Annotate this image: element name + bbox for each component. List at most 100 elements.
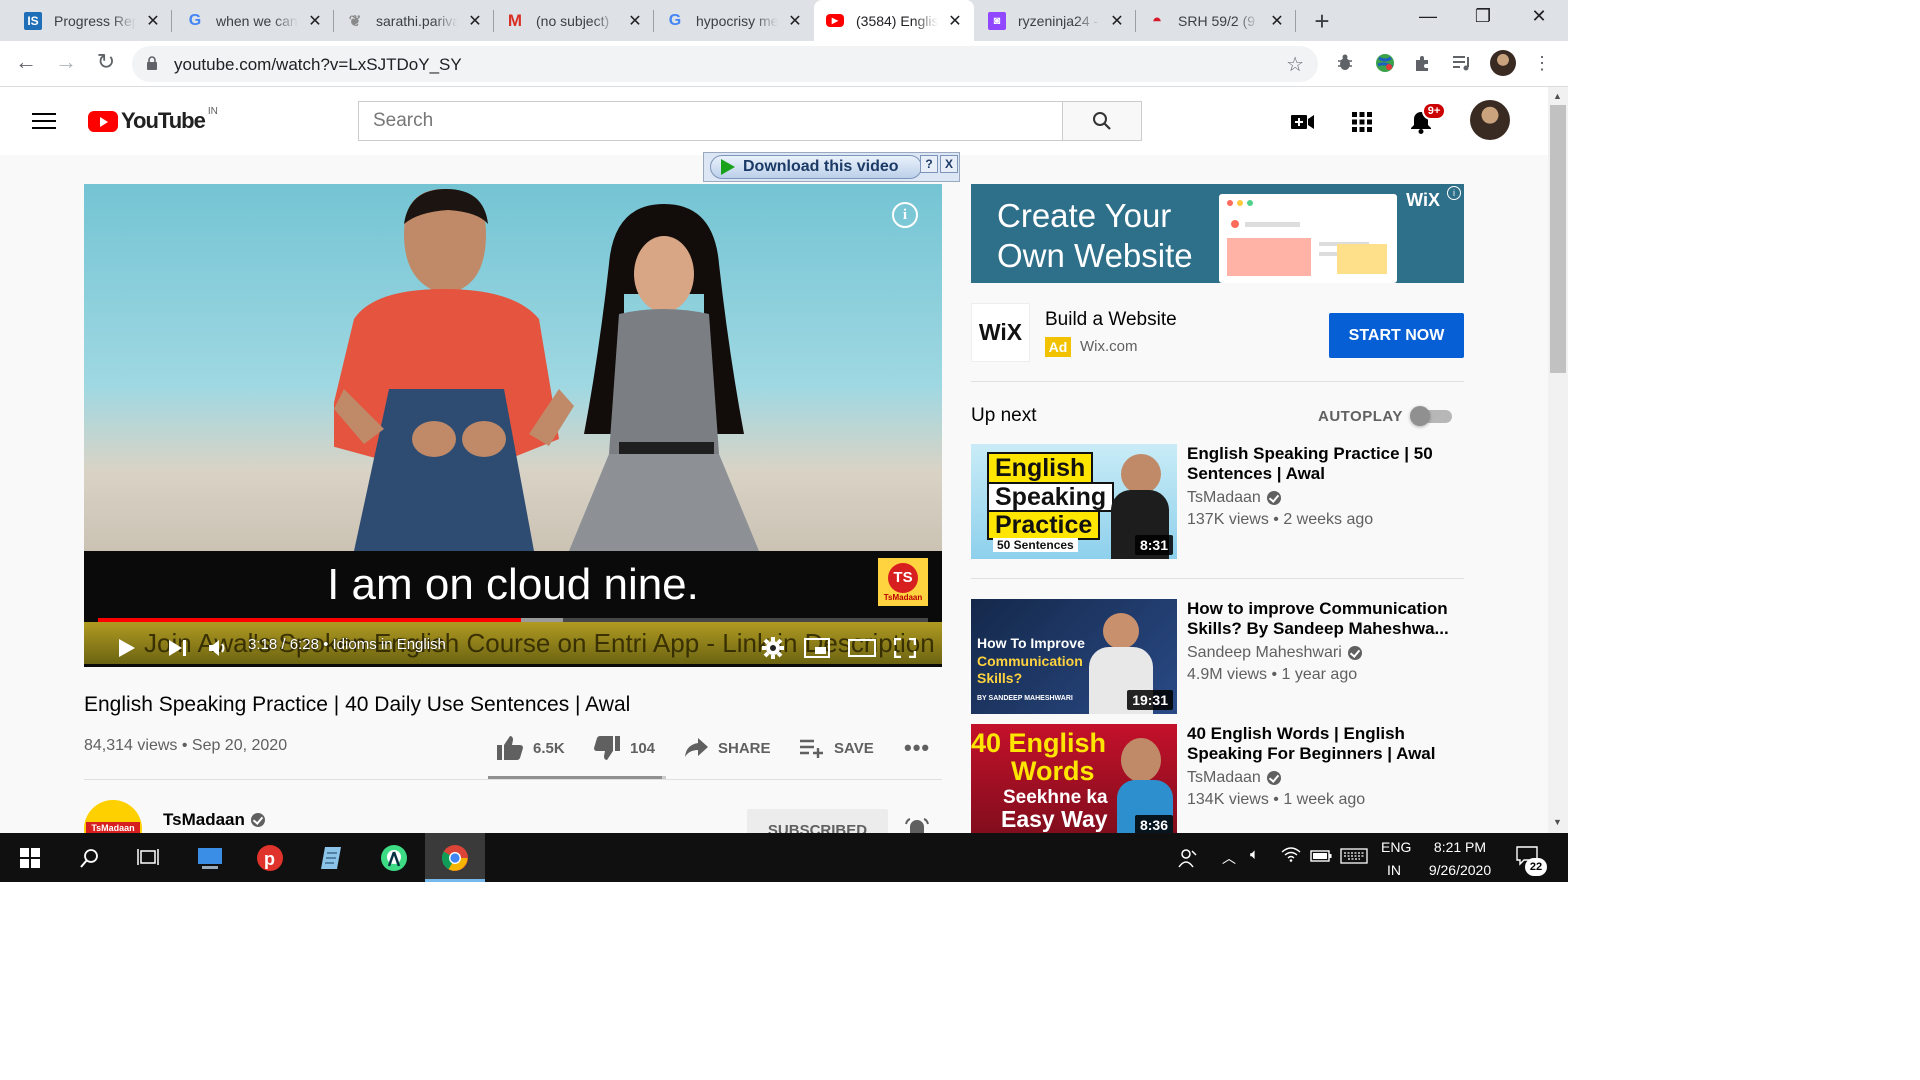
- this-pc-icon[interactable]: [194, 842, 226, 874]
- input-language-indicator[interactable]: ENG IN: [1381, 839, 1411, 878]
- close-window-icon[interactable]: ✕: [1516, 6, 1562, 27]
- restore-icon[interactable]: ❐: [1460, 6, 1506, 27]
- youtube-logo[interactable]: YouTube IN: [88, 106, 218, 134]
- recommended-title[interactable]: English Speaking Practice | 50 Sentences…: [1187, 444, 1457, 484]
- recommended-title[interactable]: How to improve Communication Skills? By …: [1187, 599, 1457, 639]
- google-icon: G: [668, 11, 682, 29]
- recommended-channel[interactable]: TsMadaan: [1187, 769, 1281, 787]
- guide-menu-icon[interactable]: [32, 113, 56, 131]
- next-button[interactable]: [168, 636, 188, 660]
- scroll-up-arrow-icon[interactable]: ▲: [1553, 91, 1562, 101]
- clock[interactable]: 8:21 PM 9/26/2020: [1422, 839, 1498, 878]
- address-bar[interactable]: youtube.com/watch?v=LxSJTDoY_SY ☆: [132, 46, 1318, 82]
- ad-banner[interactable]: Create Your Own Website WiX: [971, 184, 1464, 283]
- settings-button[interactable]: [762, 636, 784, 660]
- browser-tab[interactable]: ◙ ryzeninja24 - ✕: [976, 0, 1136, 41]
- search-icon[interactable]: [74, 842, 106, 874]
- bookmark-star-icon[interactable]: ☆: [1286, 52, 1304, 77]
- download-help-button[interactable]: ?: [920, 155, 938, 173]
- windows-start-icon[interactable]: [14, 842, 46, 874]
- recommended-video[interactable]: English Speaking Practice 50 Sentences 8…: [971, 444, 1464, 560]
- close-tab-icon[interactable]: ✕: [626, 11, 644, 31]
- more-menu-icon[interactable]: ⋮: [1530, 51, 1554, 75]
- download-video-button[interactable]: Download this video: [710, 155, 922, 179]
- new-tab-button[interactable]: +: [1308, 6, 1336, 37]
- profile-avatar-icon[interactable]: [1490, 50, 1516, 76]
- browser-tab[interactable]: ◓ SRH 59/2 (9 ✕: [1136, 0, 1296, 41]
- search-input[interactable]: [359, 102, 1062, 140]
- ad-title[interactable]: Build a Website: [1045, 309, 1177, 331]
- volume-tray-icon[interactable]: 🔈︎: [1250, 846, 1259, 863]
- wifi-icon[interactable]: [1281, 846, 1301, 865]
- play-button[interactable]: [118, 636, 136, 660]
- recommended-channel[interactable]: Sandeep Maheshwari: [1187, 644, 1362, 662]
- miniplayer-button[interactable]: [804, 636, 830, 660]
- advertiser-logo[interactable]: WiX: [971, 303, 1030, 362]
- recommended-video[interactable]: 40 English Words Seekhne ka Easy Way 8:3…: [971, 724, 1464, 833]
- forward-icon[interactable]: →: [52, 49, 80, 75]
- browser-tab[interactable]: ❦ sarathi.parivahan ✕: [334, 0, 494, 41]
- browser-tab-active[interactable]: ▶ (3584) English ✕: [814, 0, 974, 41]
- save-button[interactable]: SAVE: [800, 736, 874, 760]
- video-thumbnail[interactable]: English Speaking Practice 50 Sentences 8…: [971, 444, 1177, 559]
- more-actions-icon[interactable]: •••: [904, 735, 930, 760]
- recommended-video[interactable]: How To Improve Communication Skills? BY …: [971, 599, 1464, 715]
- create-video-icon[interactable]: [1290, 109, 1316, 135]
- back-icon[interactable]: ←: [12, 49, 40, 75]
- download-close-button[interactable]: X: [940, 155, 958, 173]
- search-button[interactable]: [1062, 101, 1142, 141]
- close-tab-icon[interactable]: ✕: [466, 11, 484, 31]
- scrollbar-thumb[interactable]: [1550, 105, 1566, 373]
- close-tab-icon[interactable]: ✕: [144, 11, 162, 31]
- seek-bar[interactable]: [98, 618, 928, 622]
- reload-icon[interactable]: ↻: [92, 49, 120, 75]
- scroll-down-arrow-icon[interactable]: ▼: [1553, 817, 1562, 827]
- recommended-channel[interactable]: TsMadaan: [1187, 489, 1281, 507]
- info-icon[interactable]: i: [892, 202, 918, 228]
- extension-globe-icon[interactable]: [1373, 51, 1397, 75]
- video-thumbnail[interactable]: 40 English Words Seekhne ka Easy Way 8:3…: [971, 724, 1177, 833]
- browser-tab[interactable]: M (no subject) ✕: [494, 0, 654, 41]
- account-avatar[interactable]: [1470, 100, 1510, 140]
- recommended-title[interactable]: 40 English Words | English Speaking For …: [1187, 724, 1457, 764]
- close-tab-icon[interactable]: ✕: [946, 11, 964, 31]
- task-view-icon[interactable]: [132, 842, 164, 874]
- channel-watermark[interactable]: TS TsMadaan: [878, 558, 928, 606]
- browser-tab[interactable]: G hypocrisy meaning ✕: [654, 0, 814, 41]
- ad-cta-button[interactable]: START NOW: [1329, 313, 1464, 358]
- volume-button[interactable]: [208, 636, 230, 660]
- battery-icon[interactable]: [1310, 849, 1332, 865]
- like-button[interactable]: 6.5K: [497, 736, 565, 760]
- browser-tab[interactable]: G when we can ✕: [174, 0, 334, 41]
- notepad-icon[interactable]: [316, 842, 348, 874]
- keyboard-icon[interactable]: [1340, 848, 1368, 867]
- show-hidden-icons-chevron-icon[interactable]: ︿: [1222, 848, 1236, 868]
- theater-mode-button[interactable]: [848, 636, 876, 660]
- video-player[interactable]: I am on cloud nine. TS TsMadaan Join Awa…: [84, 184, 942, 667]
- close-tab-icon[interactable]: ✕: [1108, 11, 1126, 31]
- psiphon-icon[interactable]: p: [254, 842, 286, 874]
- android-studio-icon[interactable]: [378, 842, 410, 874]
- share-button[interactable]: SHARE: [684, 736, 771, 760]
- extension-bug-icon[interactable]: [1333, 51, 1357, 75]
- channel-name[interactable]: TsMadaan: [163, 810, 265, 830]
- close-tab-icon[interactable]: ✕: [786, 11, 804, 31]
- section-divider: [84, 779, 942, 780]
- close-tab-icon[interactable]: ✕: [1268, 11, 1286, 31]
- extensions-puzzle-icon[interactable]: [1411, 51, 1435, 75]
- chrome-icon[interactable]: [439, 842, 471, 874]
- chapter-title[interactable]: Idioms in English: [333, 636, 446, 653]
- people-icon[interactable]: [1172, 842, 1204, 874]
- thumbnail-text: Skills?: [977, 670, 1023, 686]
- ad-info-icon[interactable]: i: [1447, 186, 1461, 200]
- video-thumbnail[interactable]: How To Improve Communication Skills? BY …: [971, 599, 1177, 714]
- browser-tab[interactable]: IS Progress Report ✕: [12, 0, 172, 41]
- fullscreen-button[interactable]: [894, 636, 916, 660]
- page-scrollbar[interactable]: ▲ ▼: [1548, 87, 1568, 833]
- close-tab-icon[interactable]: ✕: [306, 11, 324, 31]
- media-queue-icon[interactable]: [1450, 51, 1474, 75]
- minimize-icon[interactable]: —: [1405, 6, 1451, 27]
- autoplay-toggle[interactable]: [1410, 406, 1454, 426]
- dislike-button[interactable]: 104: [594, 736, 655, 760]
- apps-grid-icon[interactable]: [1349, 109, 1375, 135]
